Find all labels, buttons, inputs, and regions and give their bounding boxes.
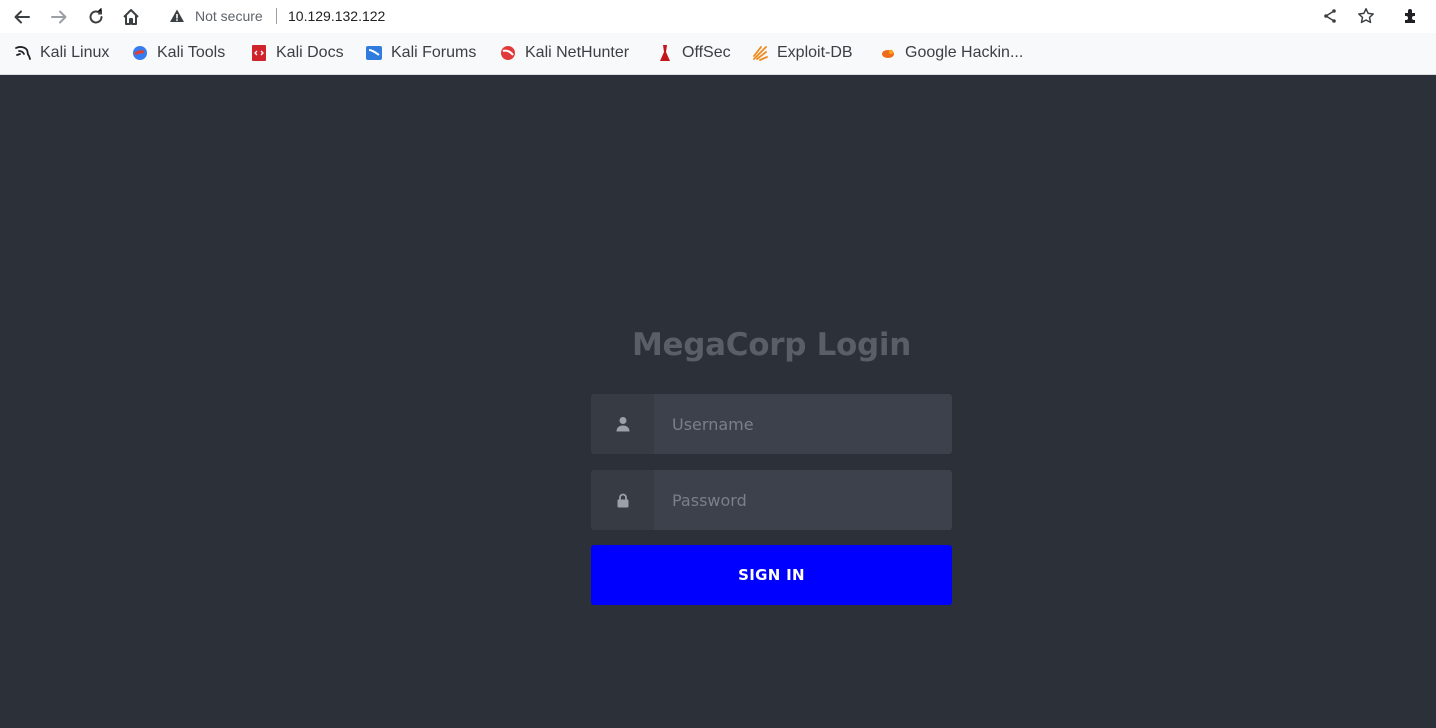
home-icon[interactable] — [118, 4, 144, 30]
sign-in-button[interactable]: SIGN IN — [591, 545, 952, 605]
password-field — [591, 470, 952, 530]
bookmark-kali-nethunter[interactable]: Kali NetHunter — [499, 43, 629, 63]
bookmark-kali-linux[interactable]: Kali Linux — [14, 43, 109, 63]
login-title: MegaCorp Login — [631, 327, 912, 363]
lock-icon — [591, 470, 654, 530]
security-status-label[interactable]: Not secure — [195, 8, 263, 24]
username-field — [591, 394, 952, 454]
bookmark-kali-forums[interactable]: Kali Forums — [365, 43, 476, 63]
user-icon — [591, 394, 654, 454]
warning-icon[interactable] — [169, 8, 185, 24]
bookmark-exploit-db[interactable]: Exploit-DB — [751, 43, 853, 63]
kali-tools-icon — [131, 44, 149, 62]
address-bar[interactable]: Not secure 10.129.132.122 — [157, 1, 1385, 31]
bookmark-kali-docs[interactable]: Kali Docs — [250, 43, 344, 63]
page-content: MegaCorp Login SIGN IN — [0, 75, 1436, 728]
bookmark-label: Kali Tools — [157, 44, 226, 61]
bookmark-label: Kali Forums — [391, 44, 477, 61]
bookmark-label: OffSec — [682, 44, 731, 61]
exploit-db-icon — [751, 44, 769, 62]
bookmark-label: Kali Docs — [276, 44, 344, 61]
bookmark-label: Exploit-DB — [777, 44, 853, 61]
bookmark-label: Kali Linux — [40, 44, 110, 61]
bookmark-label: Google Hackin... — [905, 44, 1024, 61]
offsec-icon — [656, 44, 674, 62]
forward-arrow-icon[interactable] — [46, 4, 72, 30]
extensions-icon[interactable] — [1399, 4, 1423, 28]
bookmark-offsec[interactable]: OffSec — [656, 43, 731, 63]
password-input[interactable] — [654, 470, 952, 530]
url-text[interactable]: 10.129.132.122 — [288, 8, 385, 24]
share-icon[interactable] — [1318, 4, 1342, 28]
reload-icon[interactable] — [83, 4, 109, 30]
bookmark-label: Kali NetHunter — [525, 44, 630, 61]
browser-toolbar: Not secure 10.129.132.122 — [0, 0, 1436, 33]
bookmark-google-hacking[interactable]: Google Hackin... — [879, 43, 1023, 63]
bookmarks-bar: Kali Linux Kali Tools Kali Docs Kali For… — [0, 33, 1436, 75]
bookmark-kali-tools[interactable]: Kali Tools — [131, 43, 225, 63]
kali-forums-icon — [365, 44, 383, 62]
username-input[interactable] — [654, 394, 952, 454]
kali-nethunter-icon — [499, 44, 517, 62]
back-arrow-icon[interactable] — [9, 4, 35, 30]
star-icon[interactable] — [1354, 4, 1378, 28]
omnibox-separator — [276, 8, 277, 24]
ghdb-icon — [879, 44, 897, 62]
kali-docs-icon — [250, 44, 268, 62]
kali-dragon-icon — [14, 44, 32, 62]
